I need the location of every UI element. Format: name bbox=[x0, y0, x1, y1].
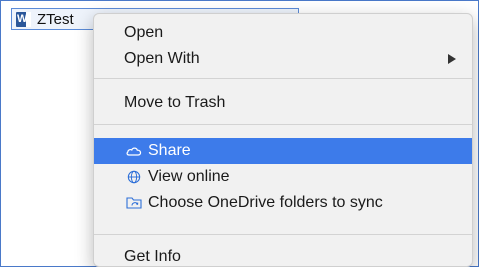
menu-item-label: Get Info bbox=[124, 248, 181, 265]
context-menu: Open Open With Move to Trash Share View … bbox=[93, 13, 473, 267]
globe-icon bbox=[127, 170, 141, 184]
menu-item-view-online[interactable]: View online bbox=[94, 164, 472, 190]
menu-item-label: View online bbox=[148, 168, 230, 185]
file-name: ZTest bbox=[37, 11, 74, 28]
menu-item-get-info[interactable]: Get Info bbox=[94, 244, 472, 266]
menu-separator bbox=[94, 78, 472, 79]
menu-item-move-to-trash[interactable]: Move to Trash bbox=[94, 90, 472, 116]
menu-item-label: Open bbox=[124, 24, 164, 41]
menu-item-choose-onedrive-folders[interactable]: Choose OneDrive folders to sync bbox=[94, 190, 472, 216]
menu-item-open-with[interactable]: Open With bbox=[94, 46, 472, 72]
menu-item-label: Open With bbox=[124, 50, 200, 67]
menu-item-label: Choose OneDrive folders to sync bbox=[148, 194, 383, 211]
folder-sync-icon bbox=[126, 197, 142, 209]
menu-item-label: Move to Trash bbox=[124, 94, 226, 111]
word-document-icon: W bbox=[16, 12, 31, 27]
menu-item-share[interactable]: Share bbox=[94, 138, 472, 164]
menu-item-open[interactable]: Open bbox=[94, 20, 472, 46]
screenshot-frame: W ZTest Open Open With Move to Trash Sha… bbox=[0, 0, 479, 267]
menu-item-label: Share bbox=[148, 142, 191, 159]
onedrive-cloud-icon bbox=[126, 147, 142, 156]
menu-separator bbox=[94, 124, 472, 125]
menu-separator bbox=[94, 234, 472, 235]
submenu-arrow-icon bbox=[448, 54, 456, 64]
